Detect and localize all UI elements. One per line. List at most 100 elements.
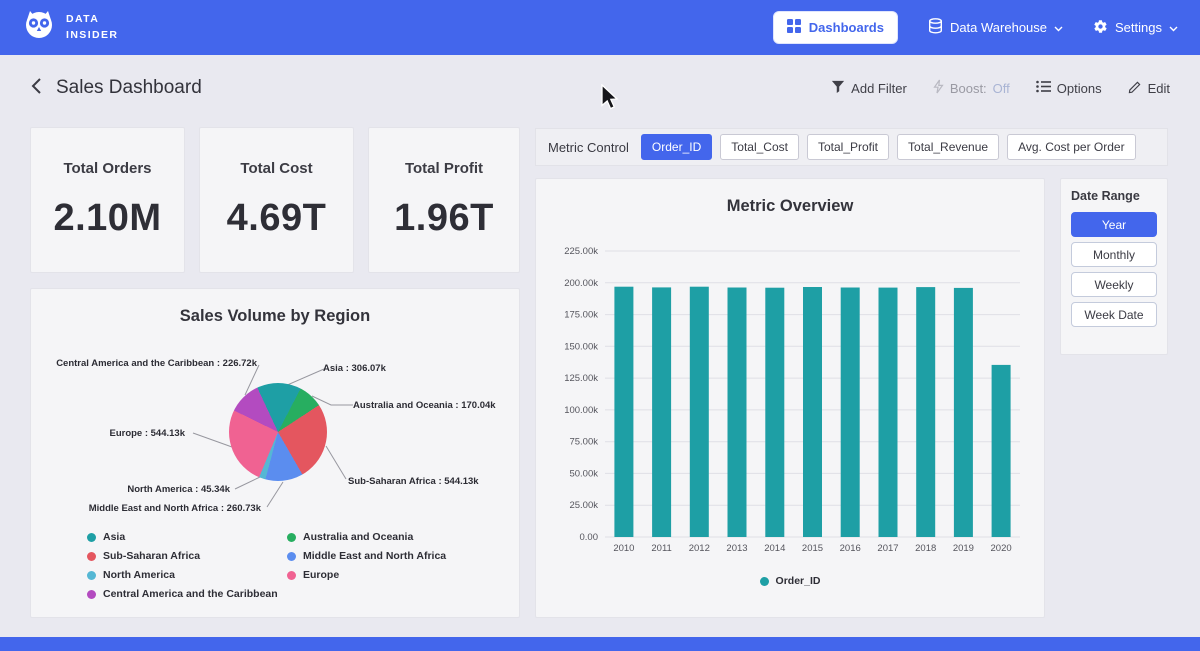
kpi-value: 4.69T xyxy=(200,197,353,240)
legend-dot-order-id xyxy=(760,577,769,586)
date-button-week-date[interactable]: Week Date xyxy=(1071,302,1157,327)
svg-text:2017: 2017 xyxy=(877,543,898,554)
date-range-label: Date Range xyxy=(1071,189,1157,203)
svg-text:2016: 2016 xyxy=(840,543,861,554)
metric-button-avg-cost-per-order[interactable]: Avg. Cost per Order xyxy=(1007,134,1136,160)
legend-item-europe: Europe xyxy=(287,569,446,581)
date-button-monthly[interactable]: Monthly xyxy=(1071,242,1157,267)
bar-chart-svg: 0.0025.00k50.00k75.00k100.00k125.00k150.… xyxy=(550,237,1030,559)
svg-text:25.00k: 25.00k xyxy=(569,500,598,511)
svg-text:175.00k: 175.00k xyxy=(564,310,598,321)
chevron-down-icon xyxy=(1169,20,1178,35)
dashboards-button[interactable]: Dashboards xyxy=(773,11,898,44)
date-button-year[interactable]: Year xyxy=(1071,212,1157,237)
svg-text:50.00k: 50.00k xyxy=(569,468,598,479)
svg-text:225.00k: 225.00k xyxy=(564,246,598,257)
page-title: Sales Dashboard xyxy=(56,77,202,99)
svg-text:2012: 2012 xyxy=(689,543,710,554)
list-icon xyxy=(1036,80,1051,96)
boost-toggle[interactable]: Boost: Off xyxy=(933,79,1010,97)
pie-callout-australia: Australia and Oceania : 170.04k xyxy=(353,400,496,411)
app-logo[interactable]: DATA INSIDER xyxy=(22,8,118,47)
svg-text:2014: 2014 xyxy=(764,543,785,554)
options-button[interactable]: Options xyxy=(1036,80,1102,96)
chevron-down-icon xyxy=(1054,20,1063,35)
bar xyxy=(765,288,784,537)
pie-callout-middle-east: Middle East and North Africa : 260.73k xyxy=(89,503,261,514)
bottom-bar xyxy=(0,637,1200,651)
pie-chart-title: Sales Volume by Region xyxy=(31,289,519,326)
bar xyxy=(652,287,671,537)
svg-text:2013: 2013 xyxy=(726,543,747,554)
bar xyxy=(841,288,860,538)
legend-label: Europe xyxy=(303,569,339,581)
bar-chart-title: Metric Overview xyxy=(536,179,1044,216)
kpi-value: 2.10M xyxy=(31,197,184,240)
region-pie xyxy=(229,383,327,481)
database-icon xyxy=(928,18,943,37)
metric-button-total-revenue[interactable]: Total_Revenue xyxy=(897,134,999,160)
legend-dot-europe xyxy=(287,571,296,580)
boost-value: Off xyxy=(993,81,1010,96)
pie-callout-asia: Asia : 306.07k xyxy=(323,363,386,374)
legend-dot-middle-east xyxy=(287,552,296,561)
bar xyxy=(614,287,633,537)
legend-dot-sub-saharan-africa xyxy=(87,552,96,561)
boost-label: Boost: xyxy=(950,81,987,96)
svg-text:2019: 2019 xyxy=(953,543,974,554)
legend-label: Asia xyxy=(103,531,125,543)
metric-button-total-profit[interactable]: Total_Profit xyxy=(807,134,889,160)
pie-callout-europe: Europe : 544.13k xyxy=(109,428,185,439)
kpi-label: Total Cost xyxy=(200,160,353,177)
legend-item-sub-saharan-africa: Sub-Saharan Africa xyxy=(87,550,278,562)
data-warehouse-menu[interactable]: Data Warehouse xyxy=(928,18,1063,37)
legend-label: Australia and Oceania xyxy=(303,531,413,543)
svg-text:100.00k: 100.00k xyxy=(564,405,598,416)
pencil-icon xyxy=(1128,80,1142,97)
date-button-weekly[interactable]: Weekly xyxy=(1071,272,1157,297)
data-warehouse-label: Data Warehouse xyxy=(950,20,1047,35)
legend-label: Sub-Saharan Africa xyxy=(103,550,200,562)
legend-item-north-america: North America xyxy=(87,569,278,581)
legend-label: Middle East and North Africa xyxy=(303,550,446,562)
metric-button-order-id[interactable]: Order_ID xyxy=(641,134,712,160)
bar xyxy=(916,287,935,537)
bar xyxy=(992,365,1011,537)
kpi-card-total-cost: Total Cost 4.69T xyxy=(199,127,354,273)
pie-callout-central-america: Central America and the Caribbean : 226.… xyxy=(56,358,257,369)
svg-text:125.00k: 125.00k xyxy=(564,373,598,384)
back-button[interactable] xyxy=(30,77,42,100)
sales-volume-card: Sales Volume by Region Central America a… xyxy=(30,288,520,618)
gear-icon xyxy=(1093,19,1108,37)
legend-dot-australia xyxy=(287,533,296,542)
svg-text:2018: 2018 xyxy=(915,543,936,554)
legend-item-middle-east: Middle East and North Africa xyxy=(287,550,446,562)
bar xyxy=(728,288,747,538)
legend-label: Central America and the Caribbean xyxy=(103,588,278,600)
pie-legend-column-2: Australia and Oceania Middle East and No… xyxy=(287,531,446,581)
edit-button[interactable]: Edit xyxy=(1128,80,1170,97)
logo-text: DATA INSIDER xyxy=(66,12,118,42)
metric-overview-card: Metric Overview 0.0025.00k50.00k75.00k10… xyxy=(535,178,1045,618)
legend-item-australia: Australia and Oceania xyxy=(287,531,446,543)
pie-callout-north-america: North America : 45.34k xyxy=(127,484,230,495)
bar xyxy=(690,287,709,537)
legend-label: Order_ID xyxy=(776,575,821,587)
bolt-icon xyxy=(933,79,944,97)
settings-label: Settings xyxy=(1115,20,1162,35)
settings-menu[interactable]: Settings xyxy=(1093,19,1178,37)
bar-chart-legend: Order_ID xyxy=(536,575,1044,587)
bar xyxy=(954,288,973,537)
page-header: Sales Dashboard Add Filter Boost: Off xyxy=(0,62,1200,114)
legend-item-asia: Asia xyxy=(87,531,278,543)
navbar: DATA INSIDER Dashboards xyxy=(0,0,1200,55)
bar xyxy=(879,288,898,537)
legend-dot-asia xyxy=(87,533,96,542)
funnel-icon xyxy=(831,80,845,97)
metric-button-total-cost[interactable]: Total_Cost xyxy=(720,134,799,160)
svg-text:2011: 2011 xyxy=(651,543,671,554)
svg-text:0.00: 0.00 xyxy=(580,532,599,543)
metric-control-label: Metric Control xyxy=(548,140,629,155)
add-filter-button[interactable]: Add Filter xyxy=(831,80,907,97)
svg-text:200.00k: 200.00k xyxy=(564,278,598,289)
